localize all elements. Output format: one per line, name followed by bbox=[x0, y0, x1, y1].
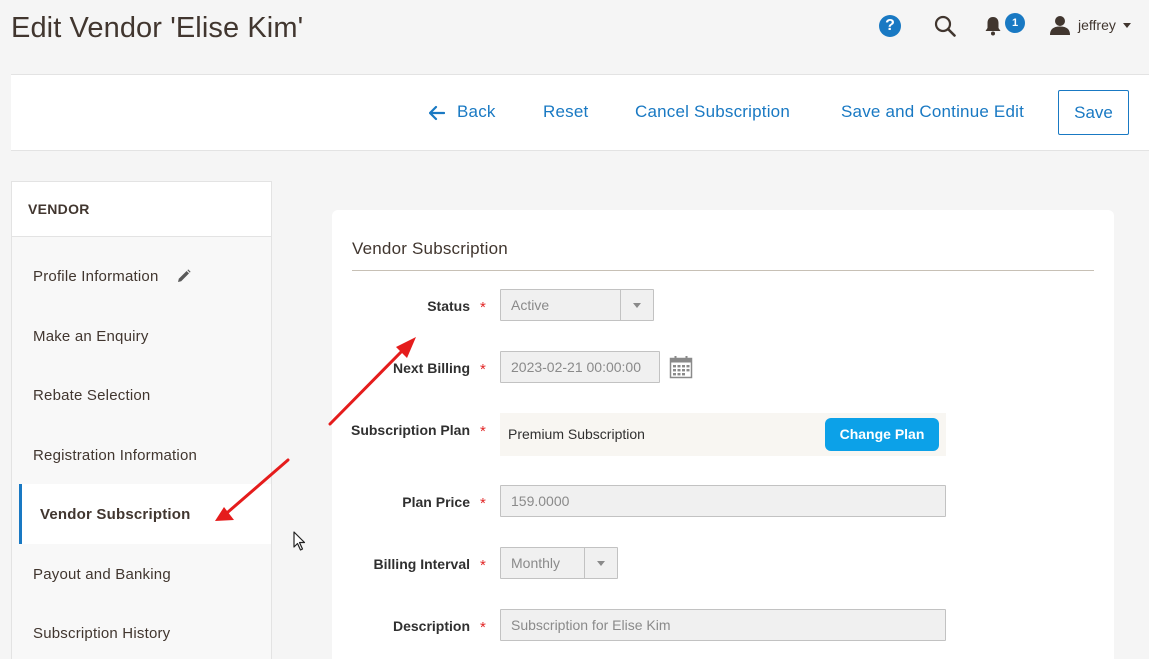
vendor-sidebar: VENDOR Profile Information Make an Enqui… bbox=[11, 181, 272, 659]
sidebar-item-profile-information[interactable]: Profile Information bbox=[12, 246, 271, 306]
next-billing-value: 2023-02-21 00:00:00 bbox=[511, 359, 641, 375]
required-marker: * bbox=[480, 557, 486, 574]
page-title: Edit Vendor 'Elise Kim' bbox=[11, 12, 304, 44]
chevron-down-icon bbox=[620, 290, 653, 320]
search-icon[interactable] bbox=[934, 15, 956, 37]
sidebar-item-label: Subscription History bbox=[33, 624, 171, 642]
sidebar-item-label: Vendor Subscription bbox=[40, 505, 191, 523]
page-actions-toolbar: Back Reset Cancel Subscription Save and … bbox=[11, 74, 1149, 151]
status-value: Active bbox=[511, 297, 550, 313]
help-icon[interactable]: ? bbox=[879, 15, 901, 37]
pencil-icon[interactable] bbox=[177, 269, 191, 283]
sidebar-item-registration-information[interactable]: Registration Information bbox=[12, 425, 271, 485]
description-label: Description bbox=[392, 618, 470, 634]
sidebar-item-label: Registration Information bbox=[33, 446, 198, 464]
cancel-subscription-button[interactable]: Cancel Subscription bbox=[635, 102, 790, 122]
billing-interval-label: Billing Interval bbox=[373, 556, 470, 572]
user-menu[interactable]: jeffrey bbox=[1050, 14, 1131, 36]
plan-price-field[interactable]: 159.0000 bbox=[500, 485, 946, 517]
chevron-down-icon bbox=[584, 548, 617, 578]
sidebar-item-label: Profile Information bbox=[33, 267, 159, 285]
mouse-cursor-icon bbox=[293, 531, 306, 551]
status-label: Status bbox=[427, 298, 470, 314]
vendor-subscription-panel: Vendor Subscription Status * Active Next… bbox=[332, 210, 1114, 659]
description-value: Subscription for Elise Kim bbox=[511, 617, 671, 633]
required-marker: * bbox=[480, 619, 486, 636]
sidebar-item-label: Payout and Banking bbox=[33, 565, 171, 583]
user-name: jeffrey bbox=[1078, 17, 1116, 33]
sidebar-item-rebate-selection[interactable]: Rebate Selection bbox=[12, 365, 271, 425]
description-field[interactable]: Subscription for Elise Kim bbox=[500, 609, 946, 641]
next-billing-label: Next Billing bbox=[392, 360, 470, 376]
subscription-plan-box: Premium Subscription Change Plan bbox=[500, 413, 946, 456]
calendar-icon[interactable] bbox=[669, 355, 693, 379]
notification-count-badge[interactable]: 1 bbox=[1005, 13, 1025, 33]
billing-interval-value: Monthly bbox=[511, 555, 561, 571]
sidebar-item-vendor-subscription[interactable]: Vendor Subscription bbox=[19, 484, 271, 544]
section-title: Vendor Subscription bbox=[352, 239, 508, 258]
reset-button[interactable]: Reset bbox=[543, 102, 588, 122]
back-arrow-icon[interactable] bbox=[429, 105, 445, 121]
sidebar-item-label: Rebate Selection bbox=[33, 386, 151, 404]
required-marker: * bbox=[480, 361, 486, 378]
plan-price-label: Plan Price bbox=[402, 494, 470, 510]
caret-down-icon bbox=[1122, 22, 1131, 28]
save-button[interactable]: Save bbox=[1058, 90, 1129, 135]
required-marker: * bbox=[480, 423, 486, 440]
sidebar-item-payout-and-banking[interactable]: Payout and Banking bbox=[12, 544, 271, 604]
sidebar-item-subscription-history[interactable]: Subscription History bbox=[12, 603, 271, 659]
subscription-plan-value: Premium Subscription bbox=[508, 426, 645, 442]
user-icon bbox=[1050, 16, 1070, 35]
sidebar-item-make-an-enquiry[interactable]: Make an Enquiry bbox=[12, 306, 271, 366]
billing-interval-select[interactable]: Monthly bbox=[500, 547, 618, 579]
sidebar-header: VENDOR bbox=[12, 182, 271, 237]
required-marker: * bbox=[480, 299, 486, 316]
plan-price-value: 159.0000 bbox=[511, 493, 570, 509]
sidebar-item-label: Make an Enquiry bbox=[33, 327, 149, 345]
required-marker: * bbox=[480, 495, 486, 512]
section-divider bbox=[352, 270, 1094, 271]
subscription-plan-label: Subscription Plan bbox=[350, 422, 470, 438]
bell-icon[interactable] bbox=[984, 16, 1002, 36]
change-plan-button[interactable]: Change Plan bbox=[825, 418, 939, 451]
save-and-continue-button[interactable]: Save and Continue Edit bbox=[841, 102, 1024, 122]
next-billing-field[interactable]: 2023-02-21 00:00:00 bbox=[500, 351, 660, 383]
status-select[interactable]: Active bbox=[500, 289, 654, 321]
back-button[interactable]: Back bbox=[457, 102, 496, 122]
